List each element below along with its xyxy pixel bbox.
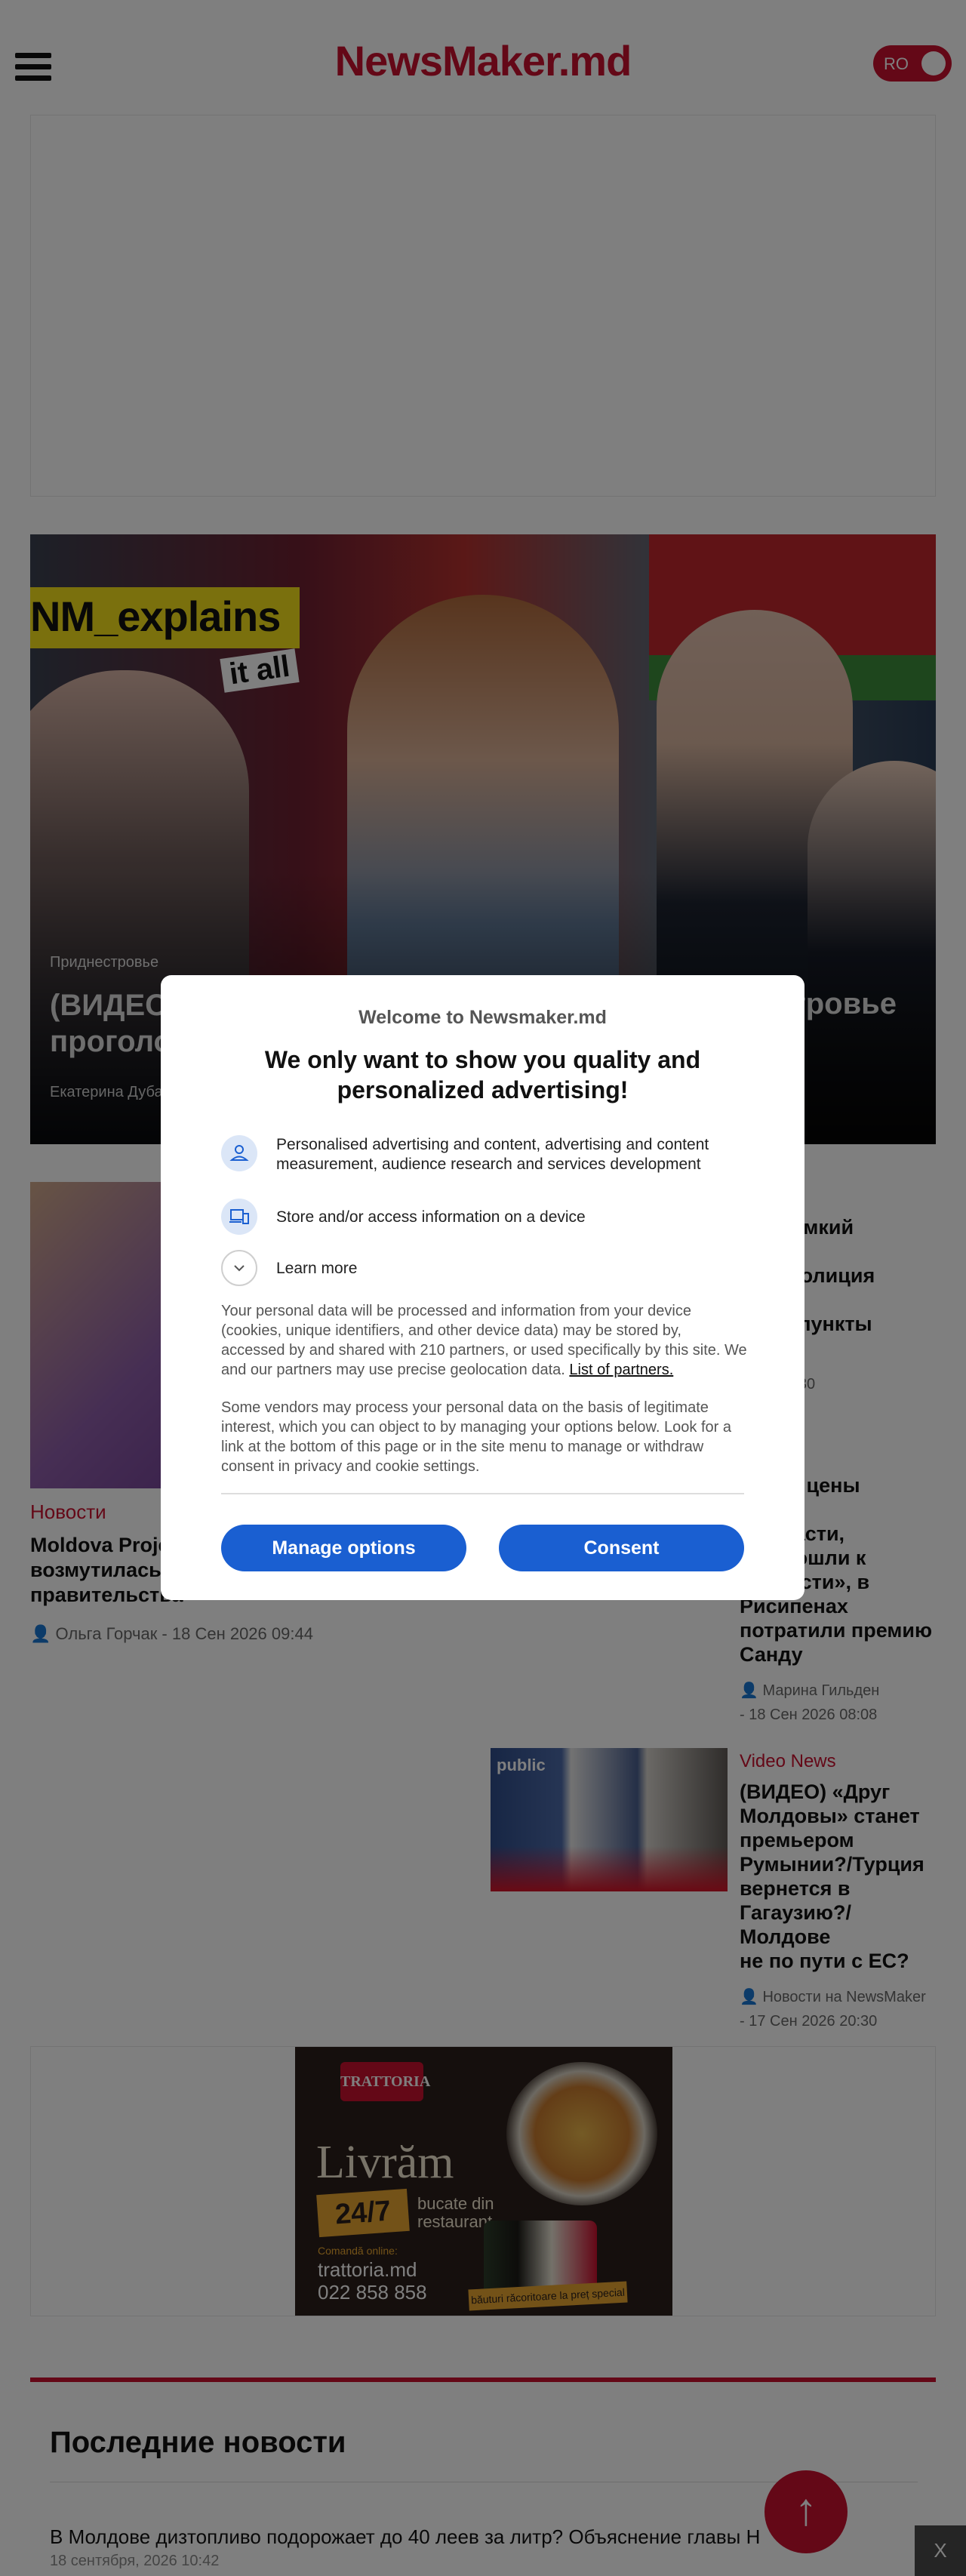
manage-options-button[interactable]: Manage options xyxy=(221,1525,466,1571)
devices-icon xyxy=(221,1199,257,1235)
chevron-down-icon[interactable] xyxy=(221,1250,257,1286)
purpose-personalised-ads: Personalised advertising and content, ad… xyxy=(221,1135,749,1174)
partners-link[interactable]: List of partners. xyxy=(569,1362,673,1378)
dialog-divider xyxy=(221,1493,744,1494)
legitimate-interest-text: Some vendors may process your personal d… xyxy=(221,1399,731,1475)
dialog-welcome: Welcome to Newsmaker.md xyxy=(358,1007,607,1028)
consent-description: Your personal data will be processed and… xyxy=(221,1303,747,1378)
consent-dialog: Welcome to Newsmaker.md We only want to … xyxy=(161,975,804,1600)
learn-more-row[interactable]: Learn more xyxy=(221,1250,749,1286)
consent-button[interactable]: Consent xyxy=(499,1525,744,1571)
user-icon xyxy=(221,1135,257,1171)
dialog-headline: We only want to show you quality and per… xyxy=(264,1046,701,1103)
purpose-store-access: Store and/or access information on a dev… xyxy=(221,1199,749,1235)
